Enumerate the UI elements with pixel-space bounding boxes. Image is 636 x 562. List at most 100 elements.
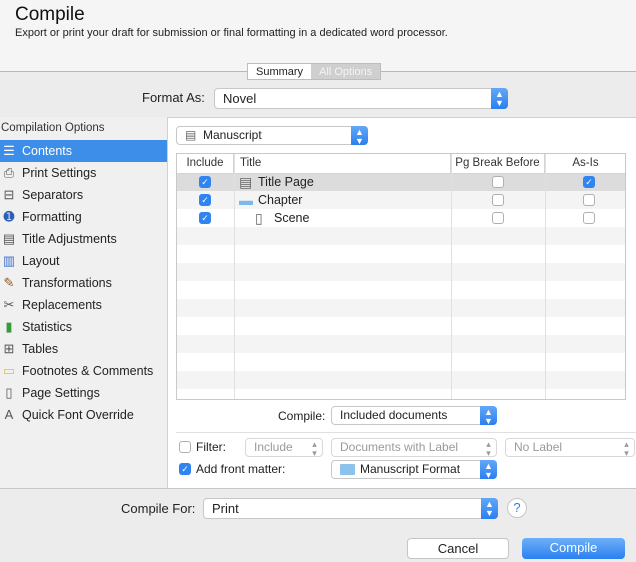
filter-mode-select[interactable]: Include ▴ ▾: [245, 438, 323, 458]
table-icon: ⊞: [3, 341, 15, 356]
filter-label: Filter:: [196, 440, 226, 454]
font-icon: A: [4, 407, 14, 422]
manuscript-icon: ▤: [185, 128, 197, 142]
front-matter-checkbox[interactable]: ✓: [179, 463, 191, 475]
document-icon: ▤: [239, 174, 253, 190]
separator-icon: ⊟: [3, 187, 15, 202]
sidebar-item-page-settings[interactable]: ▯ Page Settings: [0, 382, 167, 404]
sidebar-item-replacements[interactable]: ✂ Replacements: [0, 294, 167, 316]
empty-row: [177, 263, 625, 281]
include-checkbox[interactable]: ✓: [199, 194, 211, 206]
sidebar-item-label: Transformations: [22, 276, 112, 290]
help-button[interactable]: ?: [507, 498, 527, 518]
column-header-include[interactable]: Include: [177, 154, 234, 173]
sidebar-item-label: Separators: [22, 188, 84, 202]
layout-icon: ▥: [2, 253, 16, 268]
dialog-title: Compile: [15, 4, 85, 25]
sidebar-item-footnotes-comments[interactable]: ▭ Footnotes & Comments: [0, 360, 167, 382]
empty-row: [177, 299, 625, 317]
chevron-updown-icon: ▴ ▾: [486, 439, 491, 458]
sidebar-item-tables[interactable]: ⊞ Tables: [0, 338, 167, 360]
sidebar-item-label: Layout: [22, 254, 60, 268]
front-matter-select[interactable]: Manuscript Format ▲ ▼: [331, 460, 497, 480]
sidebar-item-transformations[interactable]: ✎ Transformations: [0, 272, 167, 294]
brush-icon: ✎: [3, 275, 15, 290]
include-checkbox[interactable]: ✓: [199, 176, 211, 188]
compile-for-value: Print: [212, 501, 239, 516]
chevron-updown-icon: ▴ ▾: [624, 439, 629, 458]
sidebar-item-statistics[interactable]: ▮ Statistics: [0, 316, 167, 338]
formatting-icon: ➊: [3, 209, 15, 224]
sidebar-item-label: Replacements: [22, 298, 102, 312]
empty-row: [177, 227, 625, 245]
divider: [0, 488, 636, 489]
empty-row: [177, 317, 625, 335]
table-row[interactable]: [177, 209, 625, 227]
dialog-subtitle: Export or print your draft for submissio…: [15, 27, 448, 39]
include-checkbox[interactable]: ✓: [199, 212, 211, 224]
row-title: Chapter: [258, 193, 303, 207]
tools-icon: ✂: [3, 297, 15, 312]
as-is-checkbox[interactable]: [583, 212, 595, 224]
filter-value-select[interactable]: No Label ▴ ▾: [505, 438, 635, 458]
sidebar-heading: Compilation Options: [1, 122, 105, 134]
as-is-checkbox[interactable]: ✓: [583, 176, 595, 188]
empty-row: [177, 335, 625, 353]
folder-icon: [340, 464, 355, 475]
filter-type-value: Documents with Label: [340, 440, 459, 454]
column-header-pg-break-before[interactable]: Pg Break Before: [451, 154, 545, 173]
tab-summary[interactable]: Summary: [248, 64, 312, 79]
divider: [176, 432, 636, 433]
filter-type-select[interactable]: Documents with Label ▴ ▾: [331, 438, 497, 458]
filter-checkbox[interactable]: [179, 441, 191, 453]
filter-mode-value: Include: [254, 440, 293, 454]
sidebar-item-label: Title Adjustments: [22, 232, 117, 246]
format-as-value: Novel: [223, 91, 257, 106]
front-matter-label: Add front matter:: [196, 462, 286, 476]
column-divider: [451, 154, 452, 399]
empty-row: [177, 371, 625, 389]
column-header-title[interactable]: Title: [234, 154, 451, 173]
compile-select[interactable]: Included documents ▲ ▼: [331, 406, 497, 426]
view-tabs: Summary All Options: [247, 63, 382, 80]
format-as-select[interactable]: Novel ▲ ▼: [214, 88, 508, 109]
sidebar-item-label: Print Settings: [22, 166, 97, 180]
format-as-label: Format As:: [142, 90, 205, 105]
sidebar-item-contents[interactable]: ☰ Contents: [0, 140, 167, 162]
compile-for-label: Compile For:: [121, 501, 196, 516]
sidebar-item-label: Formatting: [22, 210, 82, 224]
compile-label: Compile:: [278, 409, 326, 423]
folder-icon: ▬: [239, 192, 253, 208]
preset-value: Manuscript: [203, 128, 262, 142]
sidebar-item-title-adjustments[interactable]: ▤ Title Adjustments: [0, 228, 167, 250]
sidebar-item-formatting[interactable]: ➊ Formatting: [0, 206, 167, 228]
as-is-checkbox[interactable]: [583, 194, 595, 206]
printer-icon: ⎙: [3, 165, 15, 180]
sidebar-item-label: Tables: [22, 342, 59, 356]
tab-all-options[interactable]: All Options: [311, 64, 381, 79]
sidebar-item-label: Quick Font Override: [22, 408, 134, 422]
sidebar-item-layout[interactable]: ▥ Layout: [0, 250, 167, 272]
cancel-button[interactable]: Cancel: [407, 538, 509, 559]
sidebar-item-quick-font-override[interactable]: A Quick Font Override: [0, 404, 167, 426]
row-title: Title Page: [258, 175, 314, 189]
list-icon: ☰: [3, 143, 15, 158]
chevron-updown-icon: ▲ ▼: [491, 88, 508, 109]
sidebar-item-print-settings[interactable]: ⎙ Print Settings: [0, 162, 167, 184]
sidebar-item-separators[interactable]: ⊟ Separators: [0, 184, 167, 206]
pg-break-checkbox[interactable]: [492, 212, 504, 224]
pg-break-checkbox[interactable]: [492, 194, 504, 206]
chevron-updown-icon: ▲ ▼: [480, 406, 497, 426]
compile-button[interactable]: Compile: [522, 538, 625, 559]
chevron-updown-icon: ▲ ▼: [480, 460, 497, 480]
note-icon: ▭: [2, 363, 16, 378]
empty-row: [177, 245, 625, 263]
pg-break-checkbox[interactable]: [492, 176, 504, 188]
preset-select[interactable]: ▤ Manuscript ▲ ▼: [176, 126, 368, 146]
compile-select-value: Included documents: [340, 408, 448, 422]
column-header-as-is[interactable]: As-Is: [545, 154, 625, 173]
bar-chart-icon: ▮: [5, 319, 13, 334]
compile-for-select[interactable]: Print ▲ ▼: [203, 498, 498, 519]
chevron-updown-icon: ▲ ▼: [351, 126, 368, 146]
chevron-updown-icon: ▴ ▾: [312, 439, 317, 458]
